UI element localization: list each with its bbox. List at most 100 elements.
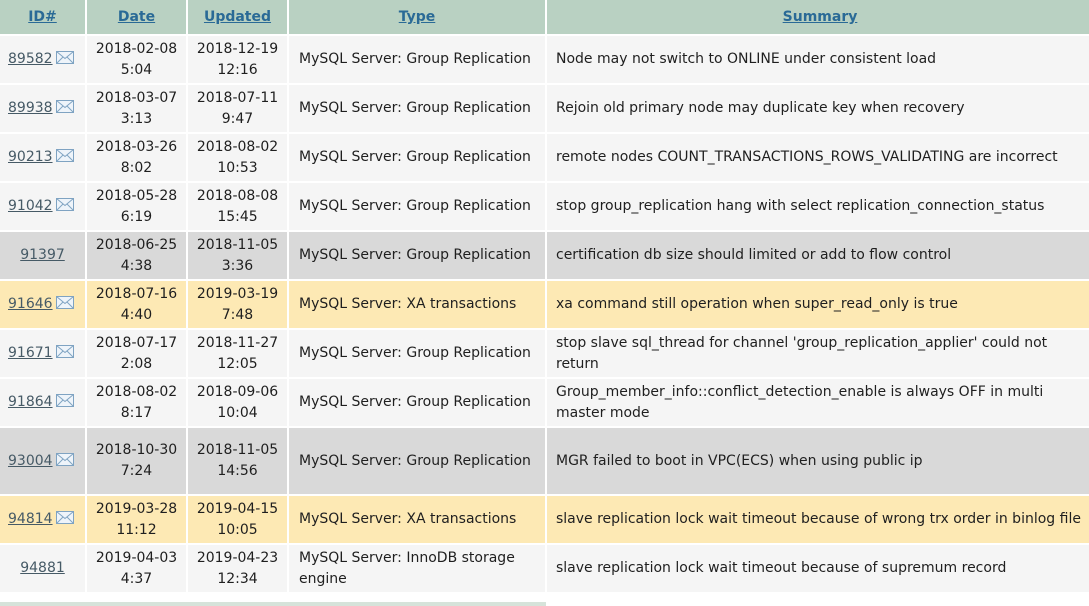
sort-by-date-link[interactable]: Date (118, 9, 155, 25)
updated-time-value: 3:36 (221, 257, 254, 274)
date-cell: 2018-07-17 2:08 (87, 330, 186, 377)
updated-cell: 2018-08-08 15:45 (188, 183, 287, 230)
updated-value: 2018-11-05 (196, 442, 279, 458)
date-value: 2018-03-26 (95, 138, 178, 155)
type-cell: MySQL Server: Group Replication (289, 134, 545, 181)
updated-cell: 2019-03-19 7:48 (188, 281, 287, 328)
date-value: 2019-04-03 (95, 549, 178, 566)
date-time-value: 6:19 (120, 208, 153, 225)
envelope-icon[interactable] (55, 393, 74, 407)
updated-time-value: 12:05 (217, 355, 258, 372)
summary-cell: stop group_replication hang with select … (547, 183, 1089, 230)
updated-time-value: 10:05 (217, 521, 258, 538)
bug-id-cell: 93004 (0, 428, 85, 494)
updated-time-value: 10:04 (217, 404, 258, 421)
envelope-icon[interactable] (55, 99, 74, 113)
table-row: 91646 2018-07-16 4:40 2019-03-19 7:48 MySQL S… (0, 281, 1089, 328)
date-time-value: 4:37 (120, 570, 153, 587)
sort-by-type-link[interactable]: Type (399, 9, 436, 25)
date-value: 2018-07-17 (95, 334, 178, 351)
date-cell: 2018-02-08 5:04 (87, 36, 186, 83)
sort-by-updated-link[interactable]: Updated (204, 9, 271, 25)
bug-id-link[interactable]: 91042 (8, 198, 53, 214)
column-header-id: ID# (0, 0, 85, 34)
table-row: 93004 2018-10-30 7:24 2018-11-05 14:56 MySQL … (0, 428, 1089, 494)
bug-id-link[interactable]: 94881 (20, 560, 65, 576)
table-row: 91042 2018-05-28 6:19 2018-08-08 15:45 MySQL … (0, 183, 1089, 230)
date-cell: 2018-03-26 8:02 (87, 134, 186, 181)
updated-time-value: 12:34 (217, 570, 258, 587)
bug-id-link[interactable]: 91671 (8, 345, 53, 361)
date-time-value: 7:24 (120, 463, 153, 479)
table-bottom-edge (0, 602, 546, 606)
updated-value: 2018-07-11 (196, 89, 279, 106)
envelope-icon[interactable] (55, 295, 74, 309)
bug-id-link[interactable]: 91646 (8, 296, 53, 312)
date-value: 2018-07-16 (95, 285, 178, 302)
updated-cell: 2018-08-02 10:53 (188, 134, 287, 181)
bug-id-link[interactable]: 90213 (8, 149, 53, 165)
sort-by-summary-link[interactable]: Summary (783, 9, 858, 25)
bug-id-cell: 91646 (0, 281, 85, 328)
date-cell: 2019-03-28 11:12 (87, 496, 186, 543)
envelope-icon[interactable] (55, 148, 74, 162)
type-cell: MySQL Server: Group Replication (289, 330, 545, 377)
summary-cell: MGR failed to boot in VPC(ECS) when usin… (547, 428, 1089, 494)
header-row: ID# Date Updated Type Summary (0, 0, 1089, 34)
bug-id-cell: 91864 (0, 379, 85, 426)
updated-cell: 2018-11-27 12:05 (188, 330, 287, 377)
date-time-value: 8:02 (120, 159, 153, 176)
type-cell: MySQL Server: Group Replication (289, 183, 545, 230)
date-time-value: 2:08 (120, 355, 153, 372)
table-row: 89938 2018-03-07 3:13 2018-07-11 9:47 MySQL S… (0, 85, 1089, 132)
updated-value: 2019-04-15 (196, 500, 279, 517)
updated-value: 2018-08-08 (196, 187, 279, 204)
updated-time-value: 7:48 (221, 306, 254, 323)
updated-cell: 2018-07-11 9:47 (188, 85, 287, 132)
summary-cell: certification db size should limited or … (547, 232, 1089, 279)
bug-id-link[interactable]: 89582 (8, 51, 53, 67)
summary-cell: Node may not switch to ONLINE under cons… (547, 36, 1089, 83)
summary-cell: Rejoin old primary node may duplicate ke… (547, 85, 1089, 132)
bug-id-link[interactable]: 89938 (8, 100, 53, 116)
summary-cell: xa command still operation when super_re… (547, 281, 1089, 328)
envelope-icon[interactable] (55, 510, 74, 524)
bug-id-cell: 91671 (0, 330, 85, 377)
column-header-type: Type (289, 0, 545, 34)
type-cell: MySQL Server: XA transactions (289, 496, 545, 543)
date-cell: 2018-08-02 8:17 (87, 379, 186, 426)
type-cell: MySQL Server: Group Replication (289, 428, 545, 494)
envelope-icon[interactable] (55, 344, 74, 358)
date-value: 2018-03-07 (95, 89, 178, 106)
type-cell: MySQL Server: InnoDB storage engine (289, 545, 545, 592)
bug-id-cell: 90213 (0, 134, 85, 181)
date-value: 2018-10-30 (95, 442, 178, 458)
envelope-icon[interactable] (55, 452, 74, 466)
updated-value: 2018-09-06 (196, 383, 279, 400)
bug-id-link[interactable]: 93004 (8, 453, 53, 469)
envelope-icon[interactable] (55, 197, 74, 211)
date-value: 2019-03-28 (95, 500, 178, 517)
date-cell: 2018-05-28 6:19 (87, 183, 186, 230)
updated-time-value: 15:45 (217, 208, 258, 225)
sort-by-id-link[interactable]: ID# (28, 9, 57, 25)
date-time-value: 5:04 (120, 61, 153, 78)
summary-cell: remote nodes COUNT_TRANSACTIONS_ROWS_VAL… (547, 134, 1089, 181)
summary-cell: Group_member_info::conflict_detection_en… (547, 379, 1089, 426)
bug-id-link[interactable]: 94814 (8, 511, 53, 527)
type-cell: MySQL Server: Group Replication (289, 379, 545, 426)
envelope-icon[interactable] (55, 50, 74, 64)
updated-value: 2019-03-19 (196, 285, 279, 302)
updated-value: 2018-11-27 (196, 334, 279, 351)
date-time-value: 8:17 (120, 404, 153, 421)
bug-id-link[interactable]: 91864 (8, 394, 53, 410)
bug-id-cell: 91397 (0, 232, 85, 279)
updated-value: 2018-11-05 (196, 236, 279, 253)
date-value: 2018-05-28 (95, 187, 178, 204)
date-cell: 2018-03-07 3:13 (87, 85, 186, 132)
table-row: 90213 2018-03-26 8:02 2018-08-02 10:53 MySQL … (0, 134, 1089, 181)
date-time-value: 4:38 (120, 257, 153, 274)
bug-id-link[interactable]: 91397 (20, 247, 65, 263)
type-cell: MySQL Server: Group Replication (289, 232, 545, 279)
date-value: 2018-08-02 (95, 383, 178, 400)
